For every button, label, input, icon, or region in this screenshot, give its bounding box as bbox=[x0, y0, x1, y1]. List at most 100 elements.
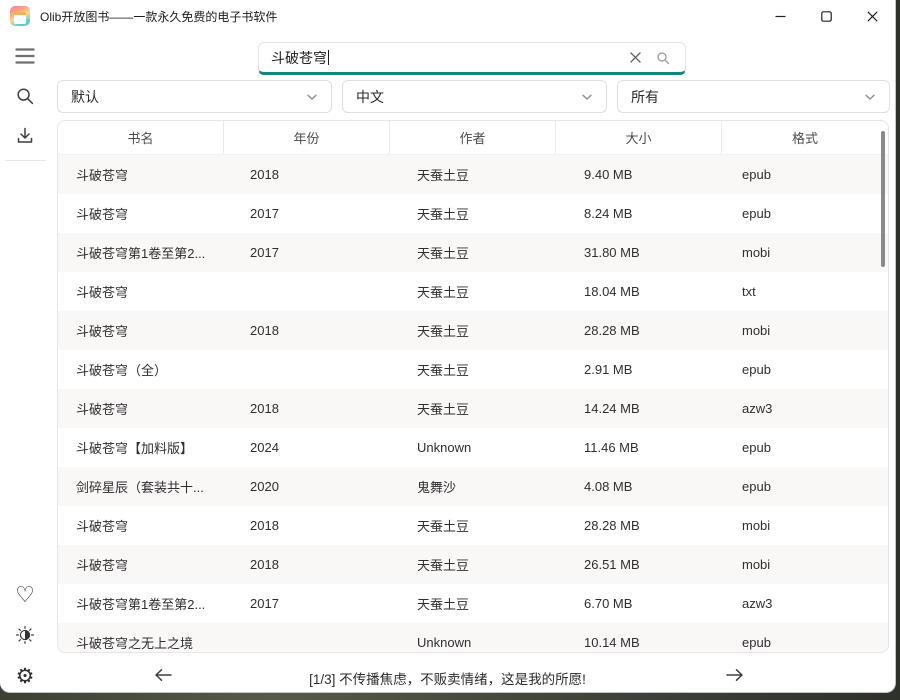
cell-size: 28.28 MB bbox=[556, 323, 722, 338]
cell-format: txt bbox=[722, 284, 888, 299]
table-row[interactable]: 斗破苍穹 2018 天蚕土豆 9.40 MB epub bbox=[58, 155, 888, 194]
language-dropdown[interactable]: 中文 bbox=[342, 80, 607, 113]
cell-author: 天蚕土豆 bbox=[390, 282, 556, 301]
column-header-4[interactable]: 格式 bbox=[722, 121, 888, 154]
cell-year: 2018 bbox=[224, 167, 390, 182]
cell-year: 2017 bbox=[224, 596, 390, 611]
cell-size: 11.46 MB bbox=[556, 440, 722, 455]
cell-size: 28.28 MB bbox=[556, 518, 722, 533]
theme-toggle-button[interactable] bbox=[8, 618, 42, 652]
language-dropdown-value: 中文 bbox=[356, 87, 384, 107]
cell-title: 斗破苍穹第1卷至第2... bbox=[58, 594, 224, 613]
cell-year: 2018 bbox=[224, 518, 390, 533]
arrow-right-icon bbox=[723, 667, 747, 683]
cell-title: 斗破苍穹 bbox=[58, 165, 224, 184]
hamburger-icon bbox=[15, 47, 35, 65]
cell-title: 斗破苍穹之无上之境 bbox=[58, 633, 224, 652]
table-body: 斗破苍穹 2018 天蚕土豆 9.40 MB epub 斗破苍穹 2017 天蚕… bbox=[58, 155, 888, 653]
table-row[interactable]: 斗破苍穹【加料版】 2024 Unknown 11.46 MB epub bbox=[58, 428, 888, 467]
table-row[interactable]: 斗破苍穹第1卷至第2... 2017 天蚕土豆 31.80 MB mobi bbox=[58, 233, 888, 272]
cell-author: 天蚕土豆 bbox=[390, 594, 556, 613]
cell-size: 9.40 MB bbox=[556, 167, 722, 182]
table-row[interactable]: 斗破苍穹 2018 天蚕土豆 28.28 MB mobi bbox=[58, 506, 888, 545]
cell-title: 斗破苍穹第1卷至第2... bbox=[58, 243, 224, 262]
cell-year: 2024 bbox=[224, 440, 390, 455]
maximize-icon bbox=[821, 11, 832, 22]
heart-icon: ♡ bbox=[15, 584, 35, 606]
cell-author: 天蚕土豆 bbox=[390, 321, 556, 340]
cell-author: 天蚕土豆 bbox=[390, 360, 556, 379]
cell-format: mobi bbox=[722, 557, 888, 572]
close-icon bbox=[867, 11, 878, 22]
chevron-down-icon bbox=[306, 88, 318, 106]
next-page-button[interactable] bbox=[719, 659, 751, 691]
cell-format: epub bbox=[722, 479, 888, 494]
cell-author: 天蚕土豆 bbox=[390, 165, 556, 184]
cell-year: 2017 bbox=[224, 206, 390, 221]
cell-format: azw3 bbox=[722, 401, 888, 416]
cell-title: 斗破苍穹 bbox=[58, 321, 224, 340]
favorites-button[interactable]: ♡ bbox=[8, 578, 42, 612]
table-row[interactable]: 剑碎星辰（套装共十... 2020 鬼舞沙 4.08 MB epub bbox=[58, 467, 888, 506]
minimize-button[interactable] bbox=[757, 0, 803, 32]
table-row[interactable]: 斗破苍穹 2018 天蚕土豆 26.51 MB mobi bbox=[58, 545, 888, 584]
cell-year: 2020 bbox=[224, 479, 390, 494]
sort-dropdown-value: 默认 bbox=[71, 87, 99, 107]
close-button[interactable] bbox=[849, 0, 895, 32]
cell-format: epub bbox=[722, 635, 888, 650]
text-caret bbox=[328, 50, 329, 65]
contrast-icon bbox=[14, 624, 36, 646]
column-header-0[interactable]: 书名 bbox=[58, 121, 224, 154]
app-logo-icon bbox=[10, 6, 30, 26]
format-dropdown[interactable]: 所有 bbox=[617, 80, 890, 113]
cell-format: mobi bbox=[722, 245, 888, 260]
table-row[interactable]: 斗破苍穹 2018 天蚕土豆 14.24 MB azw3 bbox=[58, 389, 888, 428]
window-title: Olib开放图书——一款永久免费的电子书软件 bbox=[40, 8, 277, 25]
cell-size: 6.70 MB bbox=[556, 596, 722, 611]
cell-format: mobi bbox=[722, 323, 888, 338]
sidebar-divider bbox=[5, 160, 46, 161]
page-status-text: [1/3] 不传播焦虑，不贩卖情绪，这是我的所愿! bbox=[0, 668, 895, 688]
search-input[interactable]: 斗破苍穹 bbox=[258, 42, 686, 75]
table-row[interactable]: 斗破苍穹之无上之境 Unknown 10.14 MB epub bbox=[58, 623, 888, 653]
menu-button[interactable] bbox=[8, 39, 42, 73]
cell-author: Unknown bbox=[390, 635, 556, 650]
cell-size: 8.24 MB bbox=[556, 206, 722, 221]
cell-format: azw3 bbox=[722, 596, 888, 611]
maximize-button[interactable] bbox=[803, 0, 849, 32]
table-row[interactable]: 斗破苍穹 2017 天蚕土豆 8.24 MB epub bbox=[58, 194, 888, 233]
results-table: 书名年份作者大小格式 斗破苍穹 2018 天蚕土豆 9.40 MB epub 斗… bbox=[57, 120, 889, 653]
column-header-3[interactable]: 大小 bbox=[556, 121, 722, 154]
cell-size: 14.24 MB bbox=[556, 401, 722, 416]
cell-author: 鬼舞沙 bbox=[390, 477, 556, 496]
cell-year: 2018 bbox=[224, 323, 390, 338]
search-icon bbox=[15, 86, 35, 106]
table-row[interactable]: 斗破苍穹（全） 天蚕土豆 2.91 MB epub bbox=[58, 350, 888, 389]
cell-title: 斗破苍穹 bbox=[58, 516, 224, 535]
chevron-down-icon bbox=[581, 88, 593, 106]
window-controls bbox=[757, 0, 895, 32]
table-row[interactable]: 斗破苍穹 天蚕土豆 18.04 MB txt bbox=[58, 272, 888, 311]
cell-author: 天蚕土豆 bbox=[390, 399, 556, 418]
search-submit-button[interactable] bbox=[649, 44, 677, 72]
cell-size: 31.80 MB bbox=[556, 245, 722, 260]
column-header-2[interactable]: 作者 bbox=[390, 121, 556, 154]
cell-author: Unknown bbox=[390, 440, 556, 455]
cell-title: 剑碎星辰（套装共十... bbox=[58, 477, 224, 496]
sort-dropdown[interactable]: 默认 bbox=[57, 80, 332, 113]
column-header-1[interactable]: 年份 bbox=[224, 121, 390, 154]
search-nav-button[interactable] bbox=[8, 79, 42, 113]
cell-size: 2.91 MB bbox=[556, 362, 722, 377]
cell-format: epub bbox=[722, 362, 888, 377]
minimize-icon bbox=[775, 11, 786, 22]
cell-size: 18.04 MB bbox=[556, 284, 722, 299]
clear-search-button[interactable] bbox=[621, 44, 649, 72]
download-nav-button[interactable] bbox=[8, 119, 42, 153]
table-row[interactable]: 斗破苍穹 2018 天蚕土豆 28.28 MB mobi bbox=[58, 311, 888, 350]
cell-format: epub bbox=[722, 167, 888, 182]
cell-title: 斗破苍穹【加料版】 bbox=[58, 438, 224, 457]
cell-title: 斗破苍穹 bbox=[58, 399, 224, 418]
scrollbar-thumb[interactable] bbox=[881, 131, 885, 267]
cell-year: 2018 bbox=[224, 557, 390, 572]
table-row[interactable]: 斗破苍穹第1卷至第2... 2017 天蚕土豆 6.70 MB azw3 bbox=[58, 584, 888, 623]
